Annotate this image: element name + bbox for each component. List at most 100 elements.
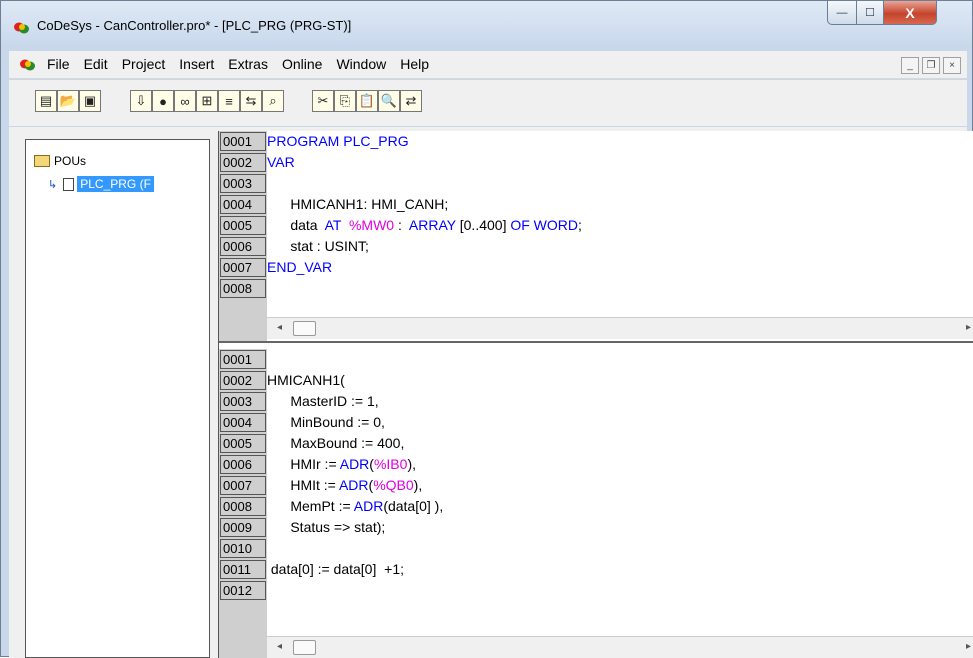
code-token: HMICANH1( <box>267 372 345 388</box>
code-line[interactable]: 0008 <box>219 278 973 299</box>
gutter-corner <box>219 636 267 658</box>
code-line[interactable]: 0001 PROGRAM PLC_PRG <box>219 131 973 152</box>
line-number: 0006 <box>220 455 266 474</box>
code-token: HMICANH1: HMI_CANH; <box>267 196 449 212</box>
open-icon[interactable]: 📂 <box>57 90 79 112</box>
code-line[interactable]: 0007 END_VAR <box>219 257 973 278</box>
menu-item[interactable]: Online <box>282 56 322 72</box>
line-number: 0005 <box>220 216 266 235</box>
editor-split: 0001 PROGRAM PLC_PRG 0002 VAR 0003 0004 HMICA… <box>218 131 973 658</box>
line-number: 0008 <box>220 279 266 298</box>
mdi-restore-button[interactable]: ❐ <box>922 57 940 74</box>
run-icon[interactable]: ∞ <box>174 90 196 112</box>
line-number: 0004 <box>220 413 266 432</box>
title-bar[interactable]: CoDeSys - CanController.pro* - [PLC_PRG … <box>1 1 972 45</box>
maximize-button[interactable]: ☐ <box>856 1 884 25</box>
keyword-token: ADR <box>338 477 369 493</box>
scroll-left-icon[interactable]: ◂ <box>277 641 282 652</box>
code-token: Status => stat); <box>267 519 386 535</box>
code-token: (data[0] ), <box>383 498 444 514</box>
code-text: MinBound := 0, <box>267 414 385 430</box>
document-logo-icon[interactable] <box>19 58 37 72</box>
horizontal-scrollbar[interactable]: ◂ ▸ <box>267 317 973 339</box>
code-text: MaxBound := 400, <box>267 435 404 451</box>
scroll-thumb[interactable] <box>293 321 316 336</box>
code-line[interactable]: 0006 stat : USINT; <box>219 236 973 257</box>
code-token: ), <box>413 477 423 493</box>
code-line[interactable]: 0008 MemPt := ADR(data[0] ), <box>219 496 973 517</box>
code-line[interactable]: 0002 HMICANH1( <box>219 370 973 391</box>
cut-icon[interactable]: ✂ <box>312 90 334 112</box>
step-icon[interactable]: ⊞ <box>196 90 218 112</box>
code-text: data AT %MW0 : ARRAY [0..400] OF WORD; <box>267 217 582 233</box>
declaration-editor[interactable]: 0001 PROGRAM PLC_PRG 0002 VAR 0003 0004 HMICA… <box>219 131 973 343</box>
save-icon[interactable]: ▣ <box>79 90 101 112</box>
toolbar: ▤ 📂 ▣ ⇩ ● ∞ ⊞ ≡ ⇆ ⌕ ✂ ⎘ 📋 🔍 ⇄ <box>9 80 967 126</box>
code-line[interactable]: 0005 data AT %MW0 : ARRAY [0..400] OF WO… <box>219 215 973 236</box>
code-token: HMIt := <box>267 477 339 493</box>
horizontal-scrollbar[interactable]: ◂ ▸ <box>267 636 973 658</box>
code-text: PROGRAM PLC_PRG <box>267 133 409 149</box>
code-line[interactable]: 0005 MaxBound := 400, <box>219 433 973 454</box>
code-line[interactable]: 0001 <box>219 349 973 370</box>
address-token: %MW0 <box>348 217 395 233</box>
code-line[interactable]: 0004 MinBound := 0, <box>219 412 973 433</box>
menu-item[interactable]: Window <box>336 56 386 72</box>
breakpoint-icon[interactable]: ≡ <box>218 90 240 112</box>
search-icon[interactable]: 🔍 <box>378 90 400 112</box>
copy-icon[interactable]: ⎘ <box>334 90 356 112</box>
keyword-token: ARRAY <box>408 217 456 233</box>
menu-item[interactable]: Help <box>400 56 429 72</box>
tree-item-plc-prg[interactable]: ↳ PLC_PRG (F <box>48 176 154 192</box>
object-organizer: POUs ↳ PLC_PRG (F <box>25 139 210 658</box>
code-line[interactable]: 0010 <box>219 538 973 559</box>
address-token: %QB0 <box>373 477 414 493</box>
code-line[interactable]: 0012 <box>219 580 973 601</box>
scroll-thumb[interactable] <box>293 640 316 655</box>
menu-item[interactable]: Project <box>122 56 166 72</box>
code-token: ; <box>578 217 582 233</box>
line-number: 0003 <box>220 392 266 411</box>
mdi-minimize-button[interactable]: _ <box>901 57 919 74</box>
minimize-button[interactable]: — <box>827 1 857 25</box>
new-icon[interactable]: ▤ <box>35 90 57 112</box>
folder-icon <box>34 155 50 167</box>
keyword-token: OF WORD <box>510 217 578 233</box>
code-line[interactable]: 0006 HMIr := ADR(%IB0), <box>219 454 973 475</box>
tree-item-label: PLC_PRG (F <box>77 176 154 192</box>
code-line[interactable]: 0011 data[0] := data[0] +1; <box>219 559 973 580</box>
paste-icon[interactable]: 📋 <box>356 90 378 112</box>
mdi-close-button[interactable]: × <box>943 57 961 74</box>
find-icon[interactable]: ⌕ <box>262 90 284 112</box>
code-line[interactable]: 0003 MasterID := 1, <box>219 391 973 412</box>
code-token: data <box>267 217 325 233</box>
code-text: HMIt := ADR(%QB0), <box>267 477 422 493</box>
tree-item-label: POUs <box>54 154 87 168</box>
code-line[interactable]: 0007 HMIt := ADR(%QB0), <box>219 475 973 496</box>
code-token: ), <box>407 456 416 472</box>
code-line[interactable]: 0004 HMICANH1: HMI_CANH; <box>219 194 973 215</box>
tree-item-pous[interactable]: POUs <box>34 154 86 168</box>
code-line[interactable]: 0002 VAR <box>219 152 973 173</box>
scroll-right-icon[interactable]: ▸ <box>966 322 971 333</box>
code-text: HMICANH1: HMI_CANH; <box>267 196 448 212</box>
scroll-left-icon[interactable]: ◂ <box>277 322 282 333</box>
code-line[interactable]: 0009 Status => stat); <box>219 517 973 538</box>
line-number: 0001 <box>220 350 266 369</box>
replace-icon[interactable]: ⇄ <box>400 90 422 112</box>
scroll-right-icon[interactable]: ▸ <box>966 641 971 652</box>
keyword-token: END_VAR <box>267 259 333 275</box>
menu-item[interactable]: Extras <box>228 56 268 72</box>
login-icon[interactable]: ⇩ <box>130 90 152 112</box>
line-number: 0009 <box>220 518 266 537</box>
line-number: 0010 <box>220 539 266 558</box>
stop-icon[interactable]: ● <box>152 90 174 112</box>
menu-item[interactable]: Edit <box>84 56 108 72</box>
menu-item[interactable]: Insert <box>179 56 214 72</box>
close-button[interactable]: X <box>883 1 937 25</box>
watch-icon[interactable]: ⇆ <box>240 90 262 112</box>
menu-item[interactable]: File <box>47 56 70 72</box>
code-line[interactable]: 0003 <box>219 173 973 194</box>
implementation-editor[interactable]: 0001 0002 HMICANH1(0003 MasterID := 1, 0004… <box>219 349 973 658</box>
